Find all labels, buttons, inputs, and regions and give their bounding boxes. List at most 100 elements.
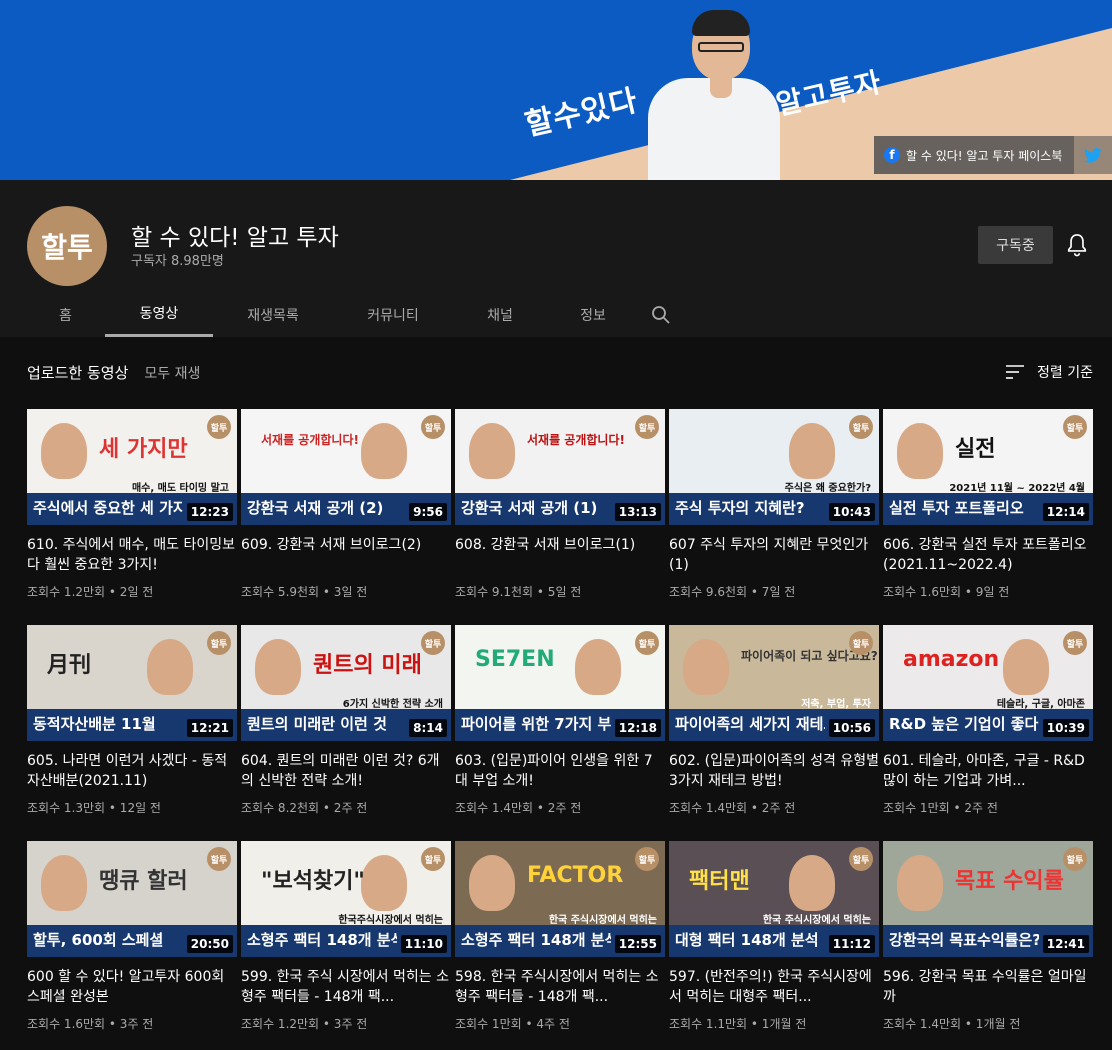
video-title[interactable]: 602. (입문)파이어족의 성격 유형별 3가지 재테크 방법! <box>669 751 879 791</box>
video-duration: 12:14 <box>1042 503 1089 521</box>
tab-home[interactable]: 홈 <box>26 292 105 337</box>
video-title[interactable]: 609. 강환국 서재 브이로그(2) <box>241 535 451 575</box>
video-title[interactable]: 597. (반전주의!) 한국 주식시장에서 먹히는 대형주 팩터... <box>669 967 879 1007</box>
video-title[interactable]: 606. 강환국 실전 투자 포트폴리오(2021.11~2022.4) <box>883 535 1093 575</box>
video-duration: 10:43 <box>828 503 875 521</box>
video-card[interactable]: FACTOR 한국 주식시장에서 먹히는 소형주 팩터 148개 분석 할투 12:55… <box>455 841 665 1050</box>
video-thumbnail[interactable]: 서재를 공개합니다! 강환국 서재 공개 (2) 할투 9:56 <box>241 409 451 525</box>
video-meta: 조회수 1.4만회 • 2주 전 <box>455 801 582 815</box>
twitter-link[interactable] <box>1074 136 1112 174</box>
video-thumbnail[interactable]: FACTOR 한국 주식시장에서 먹히는 소형주 팩터 148개 분석 할투 12:55 <box>455 841 665 957</box>
video-card[interactable]: 주식은 왜 중요한가? 주식 투자의 지혜란? 할투 10:43 607 주식 투자의 … <box>669 409 879 625</box>
thumbnail-title-text: 주식 투자의 지혜란? <box>675 499 805 517</box>
video-card[interactable]: SE7EN 파이어를 위한 7가지 부업 할투 12:18 603. (입문)파이어 인… <box>455 625 665 841</box>
video-thumbnail[interactable]: 팩터맨 한국 주식시장에서 먹히는 대형 팩터 148개 분석 할투 11:12 <box>669 841 879 957</box>
channel-header: 할투 할 수 있다! 알고 투자 구독자 8.98만명 구독중 홈 동영상 재생… <box>0 180 1112 337</box>
video-thumbnail[interactable]: 파이어족이 되고 싶다고요? 저축, 부업, 투자 파이어족의 세가지 재테크 할투 1… <box>669 625 879 741</box>
thumbnail-title-text: 할투, 600회 스페셜 <box>33 931 164 949</box>
video-card[interactable]: 서재를 공개합니다! 강환국 서재 공개 (1) 할투 13:13 608. 강환국 서… <box>455 409 665 625</box>
thumbnail-subtext: 테슬라, 구글, 아마존 <box>996 699 1085 710</box>
video-title[interactable]: 605. 나라면 이런거 사겠다 - 동적자산배분(2021.11) <box>27 751 237 791</box>
channel-avatar[interactable]: 할투 <box>27 206 107 286</box>
sort-button[interactable]: 정렬 기준 <box>1005 362 1093 382</box>
channel-badge: 할투 <box>207 847 231 871</box>
video-card[interactable]: "보석찾기" 한국주식시장에서 먹히는 소형주 팩터 148개 분석 할투 11:10 5… <box>241 841 451 1050</box>
video-meta: 조회수 1.4만회 • 1개월 전 <box>883 1017 1021 1031</box>
video-title[interactable]: 603. (입문)파이어 인생을 위한 7대 부업 소개! <box>455 751 665 791</box>
subscribed-button[interactable]: 구독중 <box>978 226 1053 264</box>
video-grid: 세 가지만 매수, 매도 타이밍 말고 주식에서 중요한 세 가지 할투 12:23 61… <box>27 409 1095 1050</box>
video-thumbnail[interactable]: "보석찾기" 한국주식시장에서 먹히는 소형주 팩터 148개 분석 할투 11:10 <box>241 841 451 957</box>
tab-videos[interactable]: 동영상 <box>105 292 213 337</box>
video-thumbnail[interactable]: 목표 수익률강환국의 목표수익률은? 할투 12:41 <box>883 841 1093 957</box>
video-meta: 조회수 1.6만회 • 9일 전 <box>883 585 1010 599</box>
channel-badge: 할투 <box>635 631 659 655</box>
video-thumbnail[interactable]: 月刊 동적자산배분 11월 할투 12:21 <box>27 625 237 741</box>
tab-channels[interactable]: 채널 <box>453 292 547 337</box>
video-card[interactable]: 팩터맨 한국 주식시장에서 먹히는 대형 팩터 148개 분석 할투 11:12 597.… <box>669 841 879 1050</box>
thumbnail-title-text: 강환국의 목표수익률은? <box>889 931 1039 949</box>
thumbnail-title-text: 강환국 서재 공개 (1) <box>461 499 598 517</box>
thumbnail-person <box>897 423 943 479</box>
thumbnail-title-text: 퀀트의 미래란 이런 것 <box>247 715 387 733</box>
thumbnail-subtext: 한국 주식시장에서 먹히는 <box>762 915 871 926</box>
video-thumbnail[interactable]: amazon 테슬라, 구글, 아마존 R&D 높은 기업이 좋다 할투 10:39 <box>883 625 1093 741</box>
video-card[interactable]: 땡큐 할러 할투, 600회 스페셜 할투 20:50 600 할 수 있다! 알고투자… <box>27 841 237 1050</box>
channel-badge: 할투 <box>849 415 873 439</box>
tab-about[interactable]: 정보 <box>547 292 639 337</box>
video-card[interactable]: 실전 2021년 11월 ~ 2022년 4월 실전 투자 포트폴리오 할투 12:14… <box>883 409 1093 625</box>
video-thumbnail[interactable]: 주식은 왜 중요한가? 주식 투자의 지혜란? 할투 10:43 <box>669 409 879 525</box>
uploads-title: 업로드한 동영상 <box>27 364 129 382</box>
channel-badge: 할투 <box>1063 847 1087 871</box>
video-card[interactable]: 파이어족이 되고 싶다고요? 저축, 부업, 투자 파이어족의 세가지 재테크 할투 1… <box>669 625 879 841</box>
video-title[interactable]: 610. 주식에서 매수, 매도 타이밍보다 훨씬 중요한 3가지! <box>27 535 237 575</box>
notification-bell-icon[interactable] <box>1066 232 1088 258</box>
video-duration: 9:56 <box>409 503 447 521</box>
thumbnail-person <box>41 423 87 479</box>
video-title[interactable]: 600 할 수 있다! 알고투자 600회 스페셜 완성본 <box>27 967 237 1007</box>
video-thumbnail[interactable]: 세 가지만 매수, 매도 타이밍 말고 주식에서 중요한 세 가지 할투 12:23 <box>27 409 237 525</box>
video-thumbnail[interactable]: SE7EN 파이어를 위한 7가지 부업 할투 12:18 <box>455 625 665 741</box>
video-card[interactable]: 月刊 동적자산배분 11월 할투 12:21 605. 나라면 이런거 사겠다 - 동적… <box>27 625 237 841</box>
thumbnail-title-text: 실전 투자 포트폴리오 <box>889 499 1024 517</box>
video-card[interactable]: 퀀트의 미래 6가지 신박한 전략 소개 퀀트의 미래란 이런 것 할투 8:14 604… <box>241 625 451 841</box>
video-duration: 10:39 <box>1042 719 1089 737</box>
thumbnail-title-text: 소형주 팩터 148개 분석 <box>461 931 611 949</box>
banner-person-image <box>640 8 780 180</box>
thumbnail-person <box>469 855 515 911</box>
video-title[interactable]: 607 주식 투자의 지혜란 무엇인가(1) <box>669 535 879 575</box>
video-card[interactable]: 서재를 공개합니다! 강환국 서재 공개 (2) 할투 9:56 609. 강환국 서재… <box>241 409 451 625</box>
video-card[interactable]: 세 가지만 매수, 매도 타이밍 말고 주식에서 중요한 세 가지 할투 12:23 61… <box>27 409 237 625</box>
thumbnail-person <box>683 639 729 695</box>
tab-playlists[interactable]: 재생목록 <box>213 292 333 337</box>
video-title[interactable]: 599. 한국 주식 시장에서 먹히는 소형주 팩터들 - 148개 팩... <box>241 967 451 1007</box>
video-thumbnail[interactable]: 퀀트의 미래 6가지 신박한 전략 소개 퀀트의 미래란 이런 것 할투 8:14 <box>241 625 451 741</box>
video-title[interactable]: 596. 강환국 목표 수익률은 얼마일까 <box>883 967 1093 1007</box>
tab-community[interactable]: 커뮤니티 <box>333 292 453 337</box>
video-duration: 12:23 <box>186 503 233 521</box>
video-title[interactable]: 601. 테슬라, 아마존, 구글 - R&D 많이 하는 기업과 가벼... <box>883 751 1093 791</box>
thumbnail-title-text: 소형주 팩터 148개 분석 <box>247 931 397 949</box>
facebook-link[interactable]: f 할 수 있다! 알고 투자 페이스북 <box>874 136 1074 174</box>
video-thumbnail[interactable]: 서재를 공개합니다! 강환국 서재 공개 (1) 할투 13:13 <box>455 409 665 525</box>
video-thumbnail[interactable]: 실전 2021년 11월 ~ 2022년 4월 실전 투자 포트폴리오 할투 12:14 <box>883 409 1093 525</box>
video-thumbnail[interactable]: 땡큐 할러 할투, 600회 스페셜 할투 20:50 <box>27 841 237 957</box>
video-duration: 12:41 <box>1042 935 1089 953</box>
thumbnail-person <box>361 423 407 479</box>
thumbnail-subtext: 2021년 11월 ~ 2022년 4월 <box>949 483 1085 494</box>
video-duration: 10:56 <box>828 719 875 737</box>
video-meta: 조회수 1.3만회 • 12일 전 <box>27 801 161 815</box>
channel-banner: 할수있다 알고투자 f 할 수 있다! 알고 투자 페이스북 <box>0 0 1112 180</box>
thumbnail-subtext: 6가지 신박한 전략 소개 <box>342 699 443 710</box>
channel-badge: 할투 <box>1063 415 1087 439</box>
video-card[interactable]: 목표 수익률강환국의 목표수익률은? 할투 12:41 596. 강환국 목표 수익률… <box>883 841 1093 1050</box>
video-meta: 조회수 1만회 • 2주 전 <box>883 801 998 815</box>
video-title[interactable]: 608. 강환국 서재 브이로그(1) <box>455 535 665 575</box>
channel-search-button[interactable] <box>639 292 683 337</box>
video-title[interactable]: 598. 한국 주식시장에서 먹히는 소형주 팩터들 - 148개 팩... <box>455 967 665 1007</box>
thumbnail-headline: 목표 수익률 <box>955 869 1064 894</box>
play-all-button[interactable]: 모두 재생 <box>144 363 200 383</box>
video-title[interactable]: 604. 퀀트의 미래란 이런 것? 6개의 신박한 전략 소개! <box>241 751 451 791</box>
video-card[interactable]: amazon 테슬라, 구글, 아마존 R&D 높은 기업이 좋다 할투 10:39 60… <box>883 625 1093 841</box>
video-duration: 8:14 <box>409 719 447 737</box>
